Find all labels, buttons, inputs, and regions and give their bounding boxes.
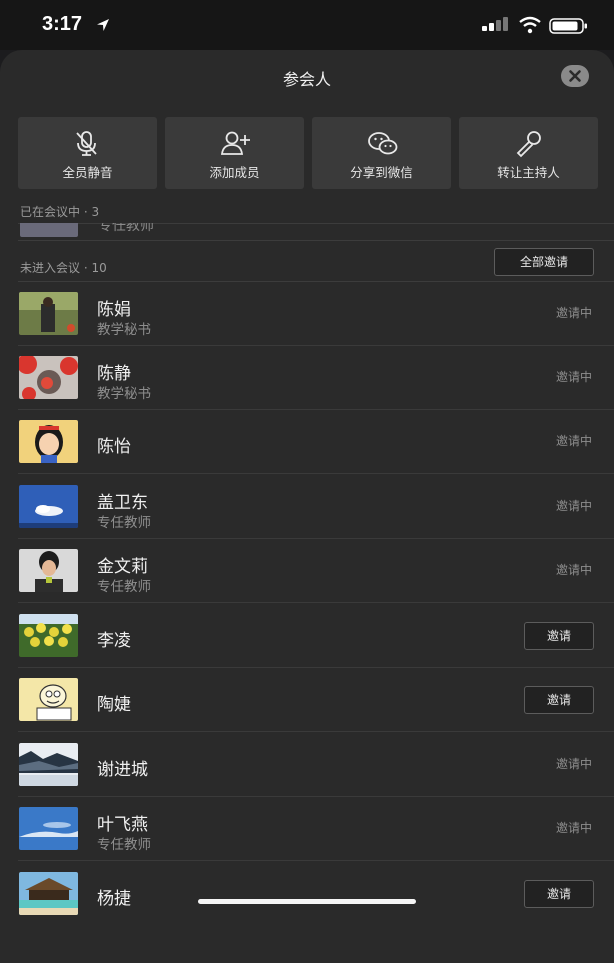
member-name: 盖卫东 xyxy=(97,493,148,513)
member-subtitle: 教学秘书 xyxy=(97,386,151,402)
mute-all-label: 全员静音 xyxy=(62,165,113,180)
avatar xyxy=(19,549,78,592)
avatar xyxy=(19,678,78,721)
participants-sheet: 参会人 全员静音 添加成员 分享到微信 转让主持人 已在会议中 · 3 专任教师… xyxy=(0,50,614,963)
not-joined-section-label: 未进入会议 · 10 xyxy=(20,261,107,275)
member-subtitle: 教学秘书 xyxy=(97,322,151,338)
member-subtitle: 专任教师 xyxy=(97,837,151,853)
sheet-title: 参会人 xyxy=(282,70,331,89)
member-row[interactable]: 叶飞燕 专任教师 邀请中 xyxy=(0,797,614,861)
avatar xyxy=(19,292,78,335)
divider xyxy=(18,473,614,474)
microphone-icon xyxy=(516,131,541,158)
invite-status: 邀请中 xyxy=(555,563,592,577)
transfer-host-label: 转让主持人 xyxy=(497,165,560,180)
add-member-button[interactable]: 添加成员 xyxy=(165,117,304,189)
wechat-icon xyxy=(368,132,398,155)
add-member-icon xyxy=(220,131,250,155)
share-wechat-button[interactable]: 分享到微信 xyxy=(312,117,451,189)
home-indicator[interactable] xyxy=(198,899,416,904)
divider xyxy=(18,602,614,603)
invite-status: 邀请中 xyxy=(555,370,592,384)
member-row[interactable]: 李凌 邀请 xyxy=(0,604,614,668)
invite-all-button[interactable]: 全部邀请 xyxy=(494,248,594,276)
member-name: 谢进城 xyxy=(97,760,148,780)
transfer-host-button[interactable]: 转让主持人 xyxy=(459,117,598,189)
member-subtitle: 专任教师 xyxy=(97,579,151,595)
invite-status: 邀请中 xyxy=(555,821,592,835)
in-meeting-section-label: 已在会议中 · 3 xyxy=(20,205,100,219)
avatar xyxy=(19,420,78,463)
in-meeting-partial-row[interactable]: 专任教师 xyxy=(0,223,614,241)
status-time: 3:17 xyxy=(42,13,83,35)
add-member-label: 添加成员 xyxy=(209,165,260,180)
member-name: 叶飞燕 xyxy=(97,815,148,835)
close-button[interactable] xyxy=(561,65,589,87)
member-row[interactable]: 陈怡 邀请中 xyxy=(0,410,614,474)
member-name: 陈怡 xyxy=(97,437,131,457)
member-row[interactable]: 谢进城 邀请中 xyxy=(0,733,614,797)
member-subtitle: 专任教师 xyxy=(97,515,151,531)
member-row[interactable]: 陈娟 教学秘书 邀请中 xyxy=(0,282,614,346)
avatar xyxy=(19,872,78,915)
member-name: 李凌 xyxy=(97,631,131,651)
close-icon xyxy=(569,70,581,82)
cellular-signal-icon xyxy=(482,17,508,31)
invite-button[interactable]: 邀请 xyxy=(524,880,594,908)
member-row[interactable]: 陈静 教学秘书 邀请中 xyxy=(0,346,614,410)
divider xyxy=(18,240,614,241)
avatar xyxy=(19,743,78,786)
invite-status: 邀请中 xyxy=(555,499,592,513)
invite-status: 邀请中 xyxy=(555,434,592,448)
member-row[interactable]: 盖卫东 专任教师 邀请中 xyxy=(0,475,614,539)
invite-status: 邀请中 xyxy=(555,306,592,320)
battery-icon xyxy=(549,18,587,34)
member-row[interactable]: 陶婕 邀请 xyxy=(0,668,614,732)
avatar xyxy=(19,807,78,850)
avatar xyxy=(19,356,78,399)
member-name: 陶婕 xyxy=(97,695,131,715)
member-name: 金文莉 xyxy=(97,557,148,577)
member-name: 杨捷 xyxy=(97,889,131,909)
wifi-icon xyxy=(519,16,541,34)
status-bar: 3:17 xyxy=(0,0,614,50)
avatar xyxy=(19,614,78,657)
member-name: 陈静 xyxy=(97,364,131,384)
member-row[interactable]: 杨捷 邀请 xyxy=(0,862,614,926)
mic-muted-icon xyxy=(76,131,97,156)
avatar xyxy=(19,485,78,528)
member-subtitle: 专任教师 xyxy=(98,223,154,234)
location-arrow-icon xyxy=(97,19,109,31)
member-name: 陈娟 xyxy=(97,300,131,320)
invite-status: 邀请中 xyxy=(555,757,592,771)
invite-button[interactable]: 邀请 xyxy=(524,622,594,650)
share-wechat-label: 分享到微信 xyxy=(350,165,413,180)
mute-all-button[interactable]: 全员静音 xyxy=(18,117,157,189)
member-row[interactable]: 金文莉 专任教师 邀请中 xyxy=(0,539,614,603)
invite-button[interactable]: 邀请 xyxy=(524,686,594,714)
avatar xyxy=(20,223,78,237)
divider xyxy=(18,860,614,861)
divider xyxy=(18,731,614,732)
